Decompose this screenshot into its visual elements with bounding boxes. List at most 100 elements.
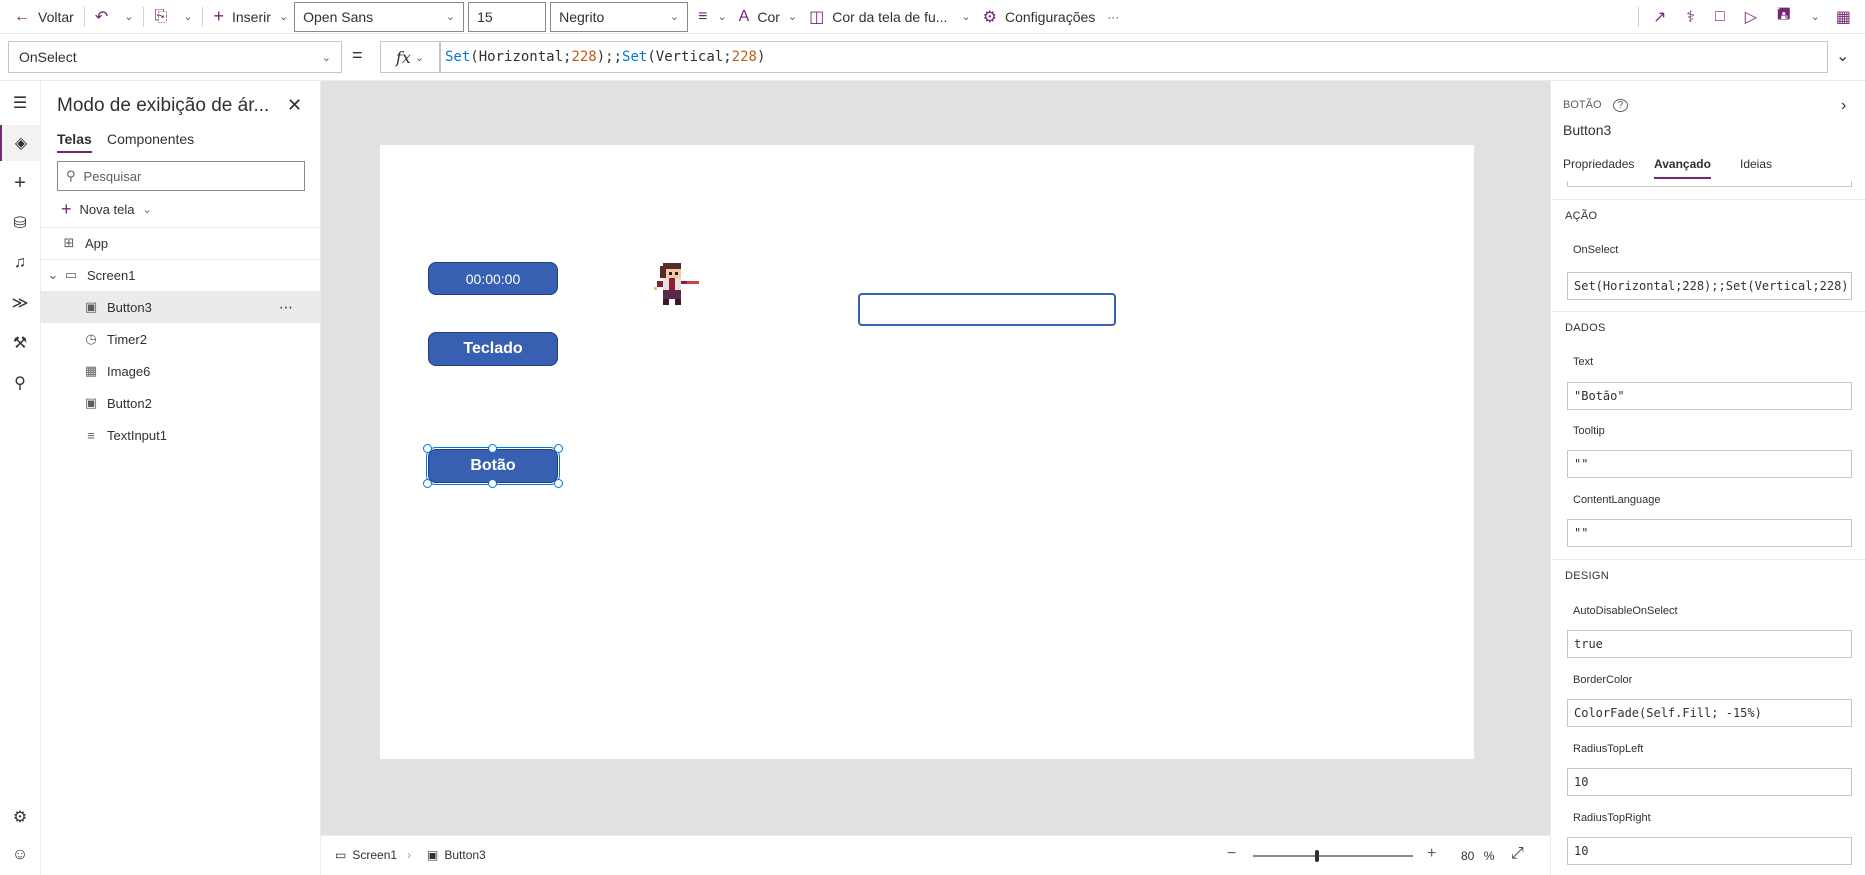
layers-icon: ◈ (14, 135, 28, 152)
menu-button[interactable]: ☰ (0, 85, 40, 121)
control-name: Button3 (1563, 122, 1612, 138)
command-bar: ← Voltar ↶ ⌄ ⎘ ⌄ + Inserir ⌄ Open Sans ⌄… (0, 0, 1865, 34)
font-weight-select[interactable]: Negrito ⌄ (550, 1, 689, 32)
onselect-field[interactable]: Set(Horizontal;228);;Set(Vertical;228) (1567, 272, 1852, 300)
more-options-icon[interactable]: ⋯ (279, 299, 293, 316)
breadcrumb-control[interactable]: ▣ Button3 (427, 848, 486, 862)
paste-button[interactable]: ⎘ (148, 0, 173, 34)
screen-fill-label: Cor da tela de fu... (832, 8, 948, 25)
share-button[interactable]: ↗ (1643, 0, 1676, 34)
tooltip-field[interactable]: "" (1567, 450, 1852, 478)
formula-text-token: );; (596, 49, 623, 65)
undo-menu-button[interactable]: ⌄ (114, 0, 139, 34)
comments-button[interactable]: □ (1705, 0, 1735, 34)
keyboard-button[interactable]: Teclado (428, 332, 558, 366)
align-button[interactable]: ≡ ⌄ (692, 0, 733, 34)
section-design: DESIGN (1551, 559, 1865, 592)
more-button[interactable]: ··· (1101, 0, 1125, 34)
property-select[interactable]: OnSelect ⌄ (8, 41, 342, 73)
auto-disable-field[interactable]: true (1567, 630, 1852, 658)
tab-advanced[interactable]: Avançado (1654, 157, 1711, 179)
zoom-in-button[interactable]: + (1427, 845, 1436, 863)
tree-item-button2[interactable]: ▣ Button2 (41, 387, 320, 419)
data-button[interactable]: ⛁ (0, 205, 40, 241)
insert-rail-button[interactable]: + (0, 165, 40, 201)
text-input-control[interactable] (858, 293, 1116, 326)
paste-menu-button[interactable]: ⌄ (173, 0, 198, 34)
resize-handle[interactable] (423, 479, 432, 488)
timer-control[interactable]: 00:00:00 (428, 262, 558, 295)
breadcrumb-screen[interactable]: ▭ Screen1 (335, 848, 397, 862)
screen-icon: ▭ (335, 848, 347, 862)
zoom-value: 80 % (1461, 849, 1494, 863)
zoom-slider-thumb[interactable] (1315, 850, 1319, 862)
tree-item-app[interactable]: ⊞ App (41, 227, 320, 259)
power-automate-button[interactable]: ≫ (0, 285, 40, 321)
save-menu-button[interactable]: ⌄ (1801, 0, 1826, 34)
settings-rail-button[interactable]: ⚙ (0, 799, 40, 835)
formula-input[interactable]: Set (Horizontal; 228);; Set (Vertical; 228) (440, 41, 1828, 73)
fit-to-window-button[interactable]: ⤢ (1511, 845, 1524, 863)
expand-formula-button[interactable]: ⌄ (1836, 46, 1849, 66)
app-screen-canvas[interactable]: 00:00:00 Teclado Botão (380, 145, 1474, 759)
tree-item-timer2[interactable]: ◷ Timer2 (41, 323, 320, 355)
tab-screens[interactable]: Telas (57, 131, 92, 153)
undo-button[interactable]: ↶ (89, 0, 114, 34)
screen-fill-button[interactable]: ◫ Cor da tela de fu... ⌄ (803, 0, 977, 34)
resize-handle[interactable] (554, 444, 563, 453)
toolbar-divider (143, 6, 145, 27)
color-button[interactable]: A Cor ⌄ (733, 0, 803, 34)
tree-item-screen1[interactable]: ⌄ ▭ Screen1 (41, 259, 320, 291)
font-size-input[interactable]: 15 (468, 1, 547, 32)
tree-item-textinput1[interactable]: ≡ TextInput1 (41, 419, 320, 451)
chevron-down-icon: ⌄ (1810, 11, 1820, 23)
tree-item-label: App (85, 235, 109, 251)
tree-view-button[interactable]: ◈ (0, 125, 40, 161)
left-rail: ☰ ◈ + ⛁ ♫ ≫ ⚒ ⚲ ⚙ ☺ (0, 81, 41, 875)
font-family-select[interactable]: Open Sans ⌄ (294, 1, 465, 32)
content-language-field[interactable]: "" (1567, 519, 1852, 547)
collapse-panel-button[interactable]: › (1841, 97, 1846, 115)
media-button[interactable]: ♫ (0, 245, 40, 281)
text-field[interactable]: "Botão" (1567, 382, 1852, 410)
close-icon: ✕ (287, 95, 303, 115)
tab-properties[interactable]: Propriedades (1563, 157, 1634, 177)
character-image[interactable] (648, 257, 708, 317)
back-button[interactable]: ← Voltar (0, 0, 80, 34)
tab-ideas[interactable]: Ideias (1740, 157, 1772, 177)
search-input[interactable]: ⚲ Pesquisar (57, 161, 305, 191)
app-checker-button[interactable]: ⚕ (1676, 0, 1705, 34)
tab-components[interactable]: Componentes (107, 131, 194, 151)
fx-button[interactable]: fx ⌄ (380, 41, 440, 73)
insert-button[interactable]: + Inserir ⌄ (207, 0, 294, 34)
border-color-field[interactable]: ColorFade(Self.Fill; -15%) (1567, 699, 1852, 727)
new-screen-button[interactable]: + Nova tela ⌄ (61, 199, 152, 220)
resize-handle[interactable] (554, 479, 563, 488)
play-icon: ▷ (1744, 8, 1758, 26)
publish-button[interactable]: ▦ (1826, 0, 1865, 34)
search-rail-button[interactable]: ⚲ (0, 365, 40, 401)
preview-button[interactable]: ▷ (1735, 0, 1767, 34)
chevron-down-icon: ⌄ (1836, 48, 1850, 65)
tree-item-button3[interactable]: ▣ Button3 ⋯ (41, 291, 320, 323)
radius-top-left-field[interactable]: 10 (1567, 768, 1852, 796)
chevron-down-icon: ⌄ (321, 51, 331, 64)
tree-item-image6[interactable]: ▦ Image6 (41, 355, 320, 387)
account-button[interactable]: ☺ (0, 837, 40, 873)
help-icon[interactable]: ? (1612, 99, 1629, 112)
zoom-out-button[interactable]: − (1227, 845, 1236, 863)
advanced-tools-button[interactable]: ⚒ (0, 325, 40, 361)
selected-button[interactable]: Botão (426, 447, 560, 485)
radius-top-right-field[interactable]: 10 (1567, 837, 1852, 865)
close-button[interactable]: ✕ (287, 95, 302, 116)
resize-handle[interactable] (423, 444, 432, 453)
zoom-slider[interactable] (1253, 850, 1413, 862)
field-label: RadiusTopRight (1573, 812, 1651, 824)
save-button[interactable]: 🖪 (1767, 0, 1801, 34)
paint-bucket-icon: ◫ (809, 8, 825, 26)
resize-handle[interactable] (488, 444, 497, 453)
resize-handle[interactable] (488, 479, 497, 488)
section-action: AÇÃO (1551, 199, 1865, 232)
settings-button[interactable]: ⚙ Configurações (977, 0, 1102, 34)
expand-icon: ⤢ (1511, 845, 1524, 862)
